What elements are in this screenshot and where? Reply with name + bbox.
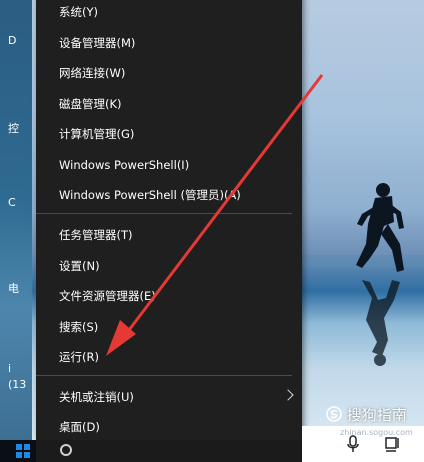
- watermark: 搜狗指南: [326, 404, 407, 425]
- winx-context-menu: 系统(Y) 设备管理器(M) 网络连接(W) 磁盘管理(K) 计算机管理(G) …: [36, 0, 302, 440]
- menu-item-system[interactable]: 系统(Y): [36, 0, 302, 27]
- cortana-icon[interactable]: [60, 444, 72, 456]
- menu-separator: [36, 213, 292, 214]
- task-view-icon[interactable]: [384, 434, 400, 454]
- menu-item-file-explorer[interactable]: 文件资源管理器(E): [36, 281, 302, 311]
- watermark-text: 搜狗指南: [346, 406, 407, 424]
- menu-item-settings[interactable]: 设置(N): [36, 251, 302, 281]
- microphone-icon[interactable]: [346, 434, 360, 454]
- menu-item-run[interactable]: 运行(R): [36, 342, 302, 372]
- chevron-right-icon: [282, 389, 294, 401]
- runner-reflection: [362, 280, 400, 366]
- menu-item-shutdown-label: 关机或注销(U): [59, 390, 134, 404]
- menu-item-device-manager[interactable]: 设备管理器(M): [36, 28, 302, 58]
- windows-start-button[interactable]: [16, 444, 31, 459]
- desktop-icon-label[interactable]: (13: [8, 378, 26, 391]
- desktop-icon-label[interactable]: D: [8, 34, 16, 47]
- desktop-icon-label[interactable]: C: [8, 196, 16, 209]
- menu-item-powershell[interactable]: Windows PowerShell(I): [36, 150, 302, 180]
- menu-item-network-connections[interactable]: 网络连接(W): [36, 58, 302, 88]
- menu-item-task-manager[interactable]: 任务管理器(T): [36, 220, 302, 250]
- menu-item-search[interactable]: 搜索(S): [36, 312, 302, 342]
- menu-item-computer-management[interactable]: 计算机管理(G): [36, 119, 302, 149]
- menu-item-powershell-admin[interactable]: Windows PowerShell (管理员)(A): [36, 180, 302, 210]
- menu-item-desktop[interactable]: 桌面(D): [36, 412, 302, 442]
- menu-item-shutdown[interactable]: 关机或注销(U): [36, 382, 302, 412]
- desktop-icon-label[interactable]: 电: [8, 280, 19, 296]
- menu-item-disk-management[interactable]: 磁盘管理(K): [36, 89, 302, 119]
- desktop-icon-label[interactable]: i: [8, 362, 11, 375]
- windows-logo-icon: [16, 444, 22, 450]
- desktop-icon-label[interactable]: 控: [8, 120, 19, 136]
- sogou-logo-icon: [326, 406, 342, 422]
- taskbar-search-box[interactable]: [36, 440, 302, 462]
- menu-separator: [36, 375, 292, 376]
